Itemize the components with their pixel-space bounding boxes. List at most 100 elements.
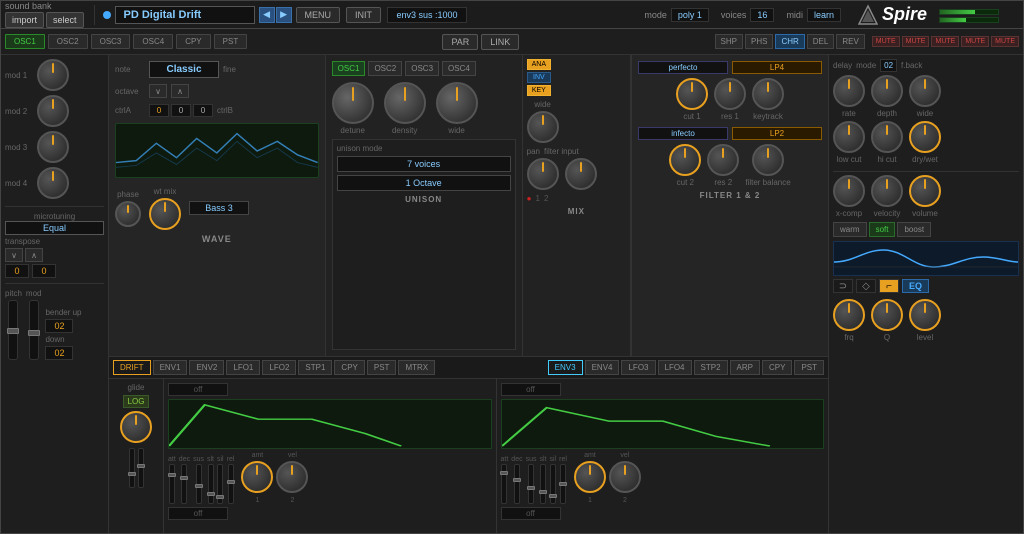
fx-mute-5[interactable]: MUTE <box>991 36 1019 47</box>
btab-lfo3[interactable]: LFO3 <box>621 360 655 375</box>
delay-depth-knob[interactable] <box>871 75 903 107</box>
btab-env4[interactable]: ENV4 <box>585 360 620 375</box>
env1-vel-knob[interactable] <box>276 461 308 493</box>
env3-sil-slider[interactable] <box>550 464 556 504</box>
microtuning-value[interactable]: Equal <box>5 221 104 235</box>
btab-pst[interactable]: PST <box>367 360 397 375</box>
env1-sil-slider[interactable] <box>217 464 223 504</box>
eq-cut-button[interactable]: ⌐ <box>879 279 899 293</box>
voices-display[interactable]: 7 voices <box>337 156 511 172</box>
env3-rel-slider[interactable] <box>560 464 566 504</box>
mod-slider[interactable] <box>29 300 39 360</box>
warm-button[interactable]: warm <box>833 222 867 237</box>
sub-osc1-tab[interactable]: OSC1 <box>332 61 366 76</box>
cut2-knob[interactable] <box>669 144 701 176</box>
mode-value[interactable]: 02 <box>880 59 897 72</box>
key-button[interactable]: KEY <box>527 85 551 96</box>
transpose-down-button[interactable]: ∨ <box>5 248 23 262</box>
delay-lowcut-knob[interactable] <box>833 121 865 153</box>
env1-amt-knob[interactable] <box>241 461 273 493</box>
glide-knob[interactable] <box>120 411 152 443</box>
sub-osc3-tab[interactable]: OSC3 <box>405 61 439 76</box>
delay-wide-knob[interactable] <box>909 75 941 107</box>
tab-osc4[interactable]: OSC4 <box>133 34 173 49</box>
link-button[interactable]: LINK <box>481 34 519 50</box>
import-button[interactable]: import <box>5 12 44 28</box>
bender-slider-1[interactable] <box>129 448 135 488</box>
env1-dec-slider[interactable] <box>181 464 187 504</box>
transpose-up-button[interactable]: ∧ <box>25 248 43 262</box>
octave-down-button[interactable]: ∨ <box>149 84 167 98</box>
env3-amt-knob[interactable] <box>574 461 606 493</box>
env1-att-slider[interactable] <box>169 464 175 504</box>
xcomp-knob[interactable] <box>833 175 865 207</box>
octave-up-button[interactable]: ∧ <box>171 84 189 98</box>
pitch-slider[interactable] <box>8 300 18 360</box>
btab-cpy2[interactable]: CPY <box>762 360 792 375</box>
btab-lfo1[interactable]: LFO1 <box>226 360 260 375</box>
env1-rel-slider[interactable] <box>228 464 234 504</box>
fx-tab-phs[interactable]: PHS <box>745 34 773 49</box>
keytrack-knob[interactable] <box>752 78 784 110</box>
mod4-knob[interactable] <box>37 167 69 199</box>
inv-button[interactable]: INV <box>527 72 551 83</box>
bass3-value[interactable]: Bass 3 <box>189 201 249 215</box>
env3-sus-slider[interactable] <box>528 464 534 504</box>
btab-mtrx[interactable]: MTRX <box>398 360 435 375</box>
cut1-knob[interactable] <box>676 78 708 110</box>
fx-mute-3[interactable]: MUTE <box>931 36 959 47</box>
infecto-display[interactable]: infecto <box>638 127 728 140</box>
filter-input-knob[interactable] <box>565 158 597 190</box>
menu-button[interactable]: MENU <box>296 7 341 23</box>
velocity-knob[interactable] <box>871 175 903 207</box>
ana-button[interactable]: ANA <box>527 59 551 70</box>
eq-peak-button[interactable]: ◇ <box>856 279 876 293</box>
bender-down-value[interactable]: 02 <box>45 346 73 360</box>
wide-knob[interactable] <box>436 82 478 124</box>
bender-up-value[interactable]: 02 <box>45 319 73 333</box>
level-knob[interactable] <box>909 299 941 331</box>
env1-slt-slider[interactable] <box>208 464 214 504</box>
fx-tab-del[interactable]: DEL <box>807 34 835 49</box>
btab-lfo2[interactable]: LFO2 <box>262 360 296 375</box>
btab-stp2[interactable]: STP2 <box>694 360 728 375</box>
boost-button[interactable]: boost <box>897 222 931 237</box>
res2-knob[interactable] <box>707 144 739 176</box>
lp4-display[interactable]: LP4 <box>732 61 822 74</box>
volume-knob[interactable] <box>909 175 941 207</box>
delay-hicut-knob[interactable] <box>871 121 903 153</box>
prev-patch-button[interactable]: ◀ <box>259 7 275 23</box>
btab-stp1[interactable]: STP1 <box>298 360 332 375</box>
btab-env3[interactable]: ENV3 <box>548 360 583 375</box>
btab-pst2[interactable]: PST <box>794 360 824 375</box>
phase-knob[interactable] <box>115 201 141 227</box>
eq-lowshelf-button[interactable]: ⊃ <box>833 279 853 293</box>
detune-knob[interactable] <box>332 82 374 124</box>
btab-env1[interactable]: ENV1 <box>153 360 188 375</box>
fx-tab-chr[interactable]: CHR <box>775 34 804 49</box>
init-button[interactable]: INIT <box>346 7 381 23</box>
pan-knob[interactable] <box>527 158 559 190</box>
log-button[interactable]: LOG <box>123 395 150 408</box>
soft-button[interactable]: soft <box>869 222 896 237</box>
mod2-knob[interactable] <box>37 95 69 127</box>
env3-att-slider[interactable] <box>501 464 507 504</box>
lp2-display[interactable]: LP2 <box>732 127 822 140</box>
wide-mix-knob[interactable] <box>527 111 559 143</box>
delay-rate-knob[interactable] <box>833 75 865 107</box>
q-knob[interactable] <box>871 299 903 331</box>
octave-display[interactable]: 1 Octave <box>337 175 511 191</box>
btab-env2[interactable]: ENV2 <box>189 360 224 375</box>
sub-osc4-tab[interactable]: OSC4 <box>442 61 476 76</box>
env3-slt-slider[interactable] <box>540 464 546 504</box>
btab-drift[interactable]: DRIFT <box>113 360 151 375</box>
filter-balance-knob[interactable] <box>752 144 784 176</box>
btab-arp[interactable]: ARP <box>730 360 760 375</box>
tab-cpy[interactable]: CPY <box>176 34 210 49</box>
par-button[interactable]: PAR <box>442 34 478 50</box>
fx-mute-1[interactable]: MUTE <box>872 36 900 47</box>
delay-drywet-knob[interactable] <box>909 121 941 153</box>
fx-mute-2[interactable]: MUTE <box>902 36 930 47</box>
wtmix-knob[interactable] <box>149 198 181 230</box>
tab-osc2[interactable]: OSC2 <box>48 34 88 49</box>
